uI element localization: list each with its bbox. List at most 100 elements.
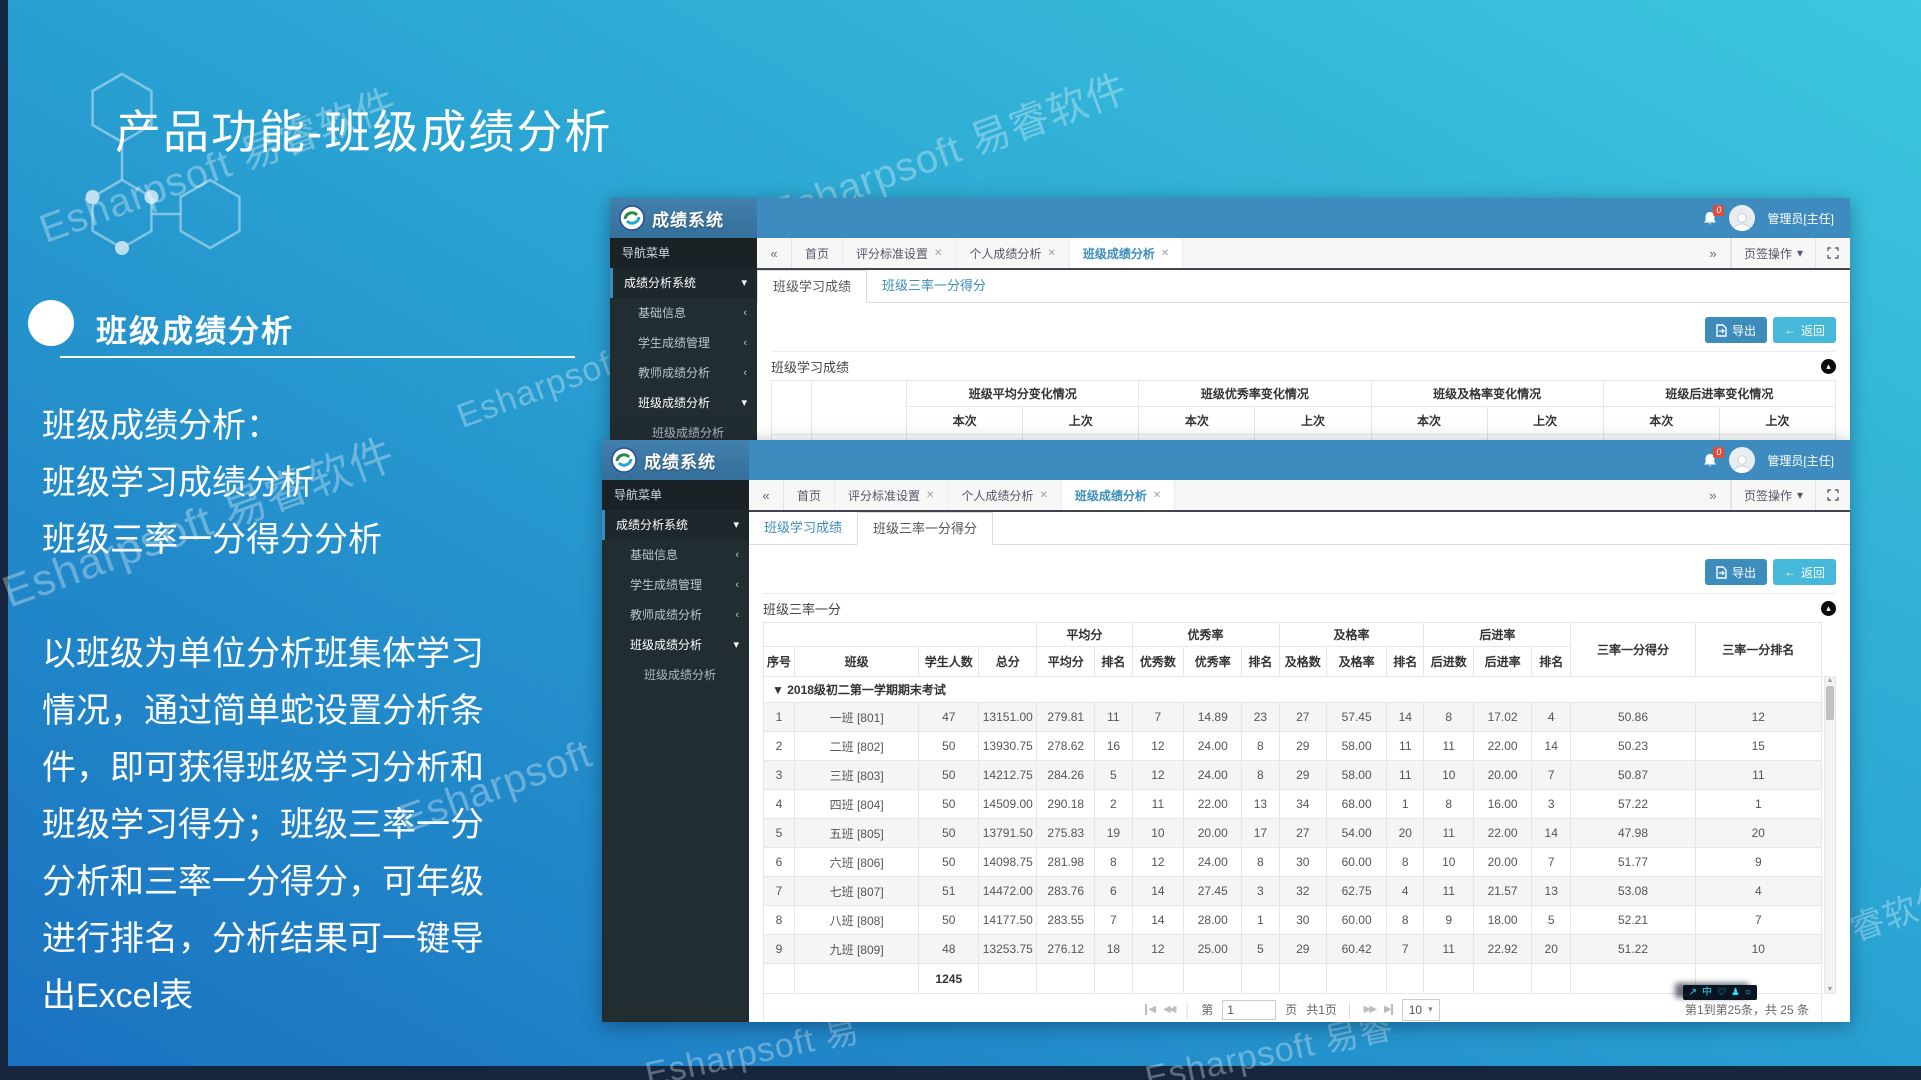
sidebar-item-基础信息[interactable]: 基础信息‹	[610, 298, 757, 328]
fullscreen-icon[interactable]	[1815, 238, 1850, 268]
page-tab-首页[interactable]: 首页	[784, 480, 835, 510]
sidebar-item-成绩分析系统[interactable]: 成绩分析系统▾	[610, 268, 757, 298]
scrollbar-thumb[interactable]	[1826, 686, 1834, 720]
column-header-学生人数: 学生人数	[919, 647, 979, 677]
table-cell: 三班 [803]	[795, 761, 919, 790]
sidebar-item-班级成绩分析[interactable]: 班级成绩分析	[602, 660, 749, 690]
page-first-icon[interactable]: ◀	[1145, 1004, 1154, 1015]
page-last-icon[interactable]: ▶	[1384, 1004, 1393, 1015]
sidebar-item-学生成绩管理[interactable]: 学生成绩管理‹	[610, 328, 757, 358]
table-cell: 279.81	[1037, 703, 1095, 732]
avatar[interactable]	[1729, 447, 1755, 473]
tab-three-rate-score[interactable]: 班级三率一分得分	[857, 512, 993, 545]
table-row[interactable]: 1一班 [801]4713151.00279.8111714.89232757.…	[764, 703, 1822, 732]
export-icon	[1716, 324, 1727, 337]
page-next-icon[interactable]: ▶▶	[1364, 1004, 1375, 1015]
table-row[interactable]: 7七班 [807]5114472.00283.7661427.4533262.7…	[764, 877, 1822, 906]
vertical-scrollbar[interactable]: ▲ ▼	[1824, 676, 1836, 994]
avatar[interactable]	[1729, 205, 1755, 231]
table-row[interactable]: 8八班 [808]5014177.50283.5571428.0013060.0…	[764, 906, 1822, 935]
table-cell: 51.22	[1571, 935, 1695, 964]
page-number-input[interactable]	[1222, 1000, 1276, 1020]
export-button[interactable]: 导出	[1705, 317, 1767, 343]
sidebar-item-学生成绩管理[interactable]: 学生成绩管理‹	[602, 570, 749, 600]
sidebar-item-成绩分析系统[interactable]: 成绩分析系统▾	[602, 510, 749, 540]
notifications-button[interactable]: 0	[1703, 453, 1717, 468]
table-row[interactable]: 6六班 [806]5014098.75281.9881224.0083060.0…	[764, 848, 1822, 877]
back-button[interactable]: ← 返回	[1773, 317, 1836, 343]
sidebar-item-班级成绩分析[interactable]: 班级成绩分析▾	[610, 388, 757, 418]
table-cell: 14212.75	[979, 761, 1037, 790]
watermark: 睿软件	[1842, 869, 1921, 951]
sidebar-item-班级成绩分析[interactable]: 班级成绩分析	[610, 418, 757, 440]
table-cell: 14509.00	[979, 790, 1037, 819]
exam-group-title: 2018级初二第一学期期末考试	[787, 683, 946, 697]
tab-scroll-left-icon[interactable]: «	[757, 238, 792, 268]
page-tab-评分标准设置[interactable]: 评分标准设置✕	[843, 238, 956, 268]
back-label: 返回	[1801, 322, 1825, 339]
notifications-button[interactable]: 0	[1703, 211, 1717, 226]
badge-glyph: 中	[1702, 986, 1712, 999]
page-label-suffix: 页	[1285, 1001, 1297, 1018]
column-header-总分: 总分	[979, 647, 1037, 677]
tab-class-study-score[interactable]: 班级学习成绩	[757, 270, 867, 303]
table-cell: 15	[1695, 732, 1821, 761]
fullscreen-icon[interactable]	[1815, 480, 1850, 510]
page-size-select[interactable]: 10 ▾	[1402, 999, 1440, 1021]
panel-collapse-icon[interactable]: ▴	[1821, 601, 1836, 616]
close-icon[interactable]: ✕	[1047, 248, 1055, 259]
total-cell	[1327, 964, 1387, 994]
scroll-down-icon[interactable]: ▼	[1827, 986, 1834, 993]
column-header-后进数: 后进数	[1424, 647, 1474, 677]
close-icon[interactable]: ✕	[1039, 490, 1047, 501]
close-icon[interactable]: ✕	[1153, 490, 1161, 501]
app-logo[interactable]: 成绩系统	[602, 440, 749, 480]
sidebar-item-教师成绩分析[interactable]: 教师成绩分析‹	[610, 358, 757, 388]
tab-operations-dropdown[interactable]: 页签操作 ▾	[1731, 238, 1815, 268]
body-line: 班级学习成绩分析	[42, 455, 484, 512]
table-row[interactable]: 2二班 [802]5013930.75278.62161224.0082958.…	[764, 732, 1822, 761]
table-cell: 278.62	[1037, 732, 1095, 761]
close-icon[interactable]: ✕	[1161, 248, 1169, 259]
page-tab-个人成绩分析[interactable]: 个人成绩分析✕	[948, 480, 1061, 510]
page-tab-评分标准设置[interactable]: 评分标准设置✕	[835, 480, 948, 510]
export-button[interactable]: 导出	[1705, 559, 1767, 585]
scroll-up-icon[interactable]: ▲	[1827, 677, 1834, 684]
back-arrow-icon: ←	[1784, 565, 1796, 579]
subheader-cell: 本次	[1371, 407, 1487, 435]
page-tab-首页[interactable]: 首页	[792, 238, 843, 268]
table-cell: 48	[919, 935, 979, 964]
table-row[interactable]: 4四班 [804]5014509.00290.1821122.00133468.…	[764, 790, 1822, 819]
tab-scroll-left-icon[interactable]: «	[749, 480, 784, 510]
close-icon[interactable]: ✕	[926, 490, 934, 501]
tab-three-rate-score[interactable]: 班级三率一分得分	[867, 270, 1001, 302]
table-cell: 11	[1387, 761, 1424, 790]
page-tab-班级成绩分析[interactable]: 班级成绩分析✕	[1062, 480, 1175, 510]
user-name[interactable]: 管理员[主任]	[1767, 452, 1834, 469]
app-logo[interactable]: 成绩系统	[610, 198, 757, 238]
table-cell: 30	[1279, 848, 1327, 877]
sidebar-item-label: 学生成绩管理	[630, 578, 702, 592]
exam-group-row[interactable]: ▼ 2018级初二第一学期期末考试	[764, 677, 1822, 703]
page-tab-班级成绩分析[interactable]: 班级成绩分析✕	[1070, 238, 1183, 268]
close-icon[interactable]: ✕	[934, 248, 942, 259]
user-name[interactable]: 管理员[主任]	[1767, 210, 1834, 227]
total-cell	[979, 964, 1037, 994]
table-cell: 29	[1279, 732, 1327, 761]
tab-scroll-right-icon[interactable]: »	[1696, 480, 1731, 510]
tab-operations-dropdown[interactable]: 页签操作 ▾	[1731, 480, 1815, 510]
table-row[interactable]: 3三班 [803]5014212.75284.2651224.0082958.0…	[764, 761, 1822, 790]
tab-scroll-right-icon[interactable]: »	[1696, 238, 1731, 268]
table-row[interactable]: 5五班 [805]5013791.50275.83191020.00172754…	[764, 819, 1822, 848]
table-row[interactable]: 9九班 [809]4813253.75276.12181225.0052960.…	[764, 935, 1822, 964]
page-tab-个人成绩分析[interactable]: 个人成绩分析✕	[956, 238, 1069, 268]
page-prev-icon[interactable]: ◀◀	[1163, 1004, 1174, 1015]
sidebar-item-教师成绩分析[interactable]: 教师成绩分析‹	[602, 600, 749, 630]
back-button[interactable]: ← 返回	[1773, 559, 1836, 585]
table-cell: 10	[1695, 935, 1821, 964]
panel-collapse-icon[interactable]: ▴	[1821, 359, 1836, 374]
sidebar-item-班级成绩分析[interactable]: 班级成绩分析▾	[602, 630, 749, 660]
sidebar-item-基础信息[interactable]: 基础信息‹	[602, 540, 749, 570]
body-line	[42, 569, 484, 626]
tab-class-study-score[interactable]: 班级学习成绩	[749, 512, 857, 544]
